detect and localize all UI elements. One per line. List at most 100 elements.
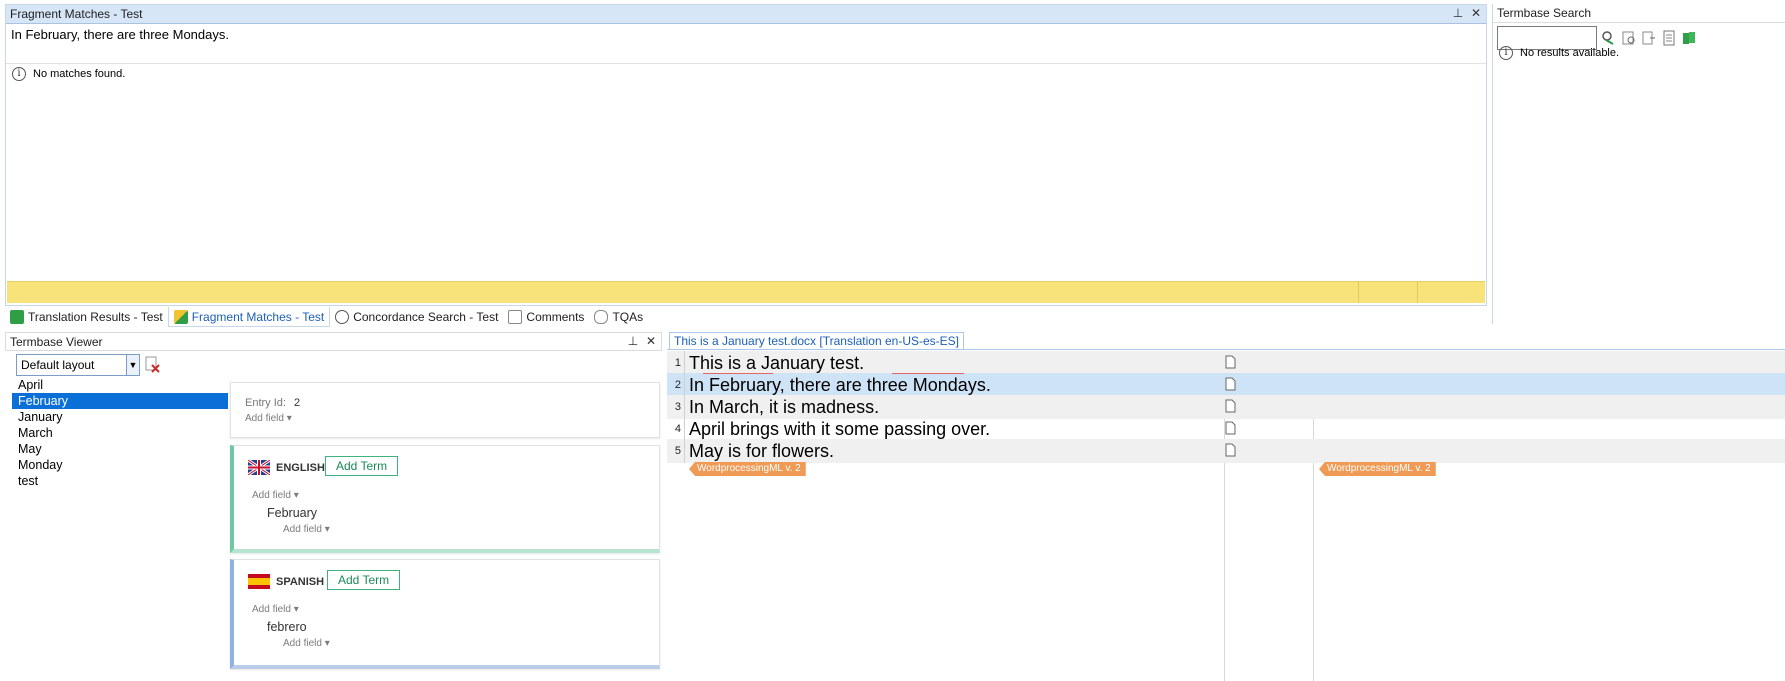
pin-icon[interactable]: ⊥ [1450, 6, 1466, 20]
tab-concordance-search[interactable]: Concordance Search - Test [330, 307, 503, 327]
segment-source[interactable]: May is for flowers. [689, 439, 1785, 463]
segment-number: 4 [667, 417, 685, 441]
list-item[interactable]: March [12, 425, 228, 441]
add-field-link[interactable]: Add field ▾ [252, 490, 299, 501]
tab-label: Translation Results - Test [28, 310, 163, 324]
termbase-search-title-bar: Termbase Search [1493, 4, 1785, 23]
layout-value: Default layout [21, 358, 95, 372]
list-item[interactable]: Monday [12, 457, 228, 473]
tab-translation-results[interactable]: Translation Results - Test [5, 307, 168, 327]
term-highlight [703, 373, 773, 376]
segment-status-icon[interactable] [1225, 377, 1236, 391]
panel-title: Termbase Search [1497, 6, 1592, 20]
table-row[interactable]: 1 This is a January test. [667, 351, 1785, 375]
search-settings-icon[interactable] [1621, 30, 1637, 46]
termbase-search-panel: Termbase Search i No results available. [1492, 4, 1785, 324]
termbase-viewer-panel: Termbase Viewer ⊥ ✕ Default layout ▼ Apr… [5, 332, 662, 681]
add-term-button[interactable]: Add Term [325, 456, 399, 476]
segment-number: 1 [667, 351, 685, 375]
no-matches-row: i No matches found. [12, 67, 125, 81]
segment-source[interactable]: In February, there are three Mondays. [689, 373, 1785, 397]
segment-number: 2 [667, 373, 685, 397]
list-item[interactable]: test [12, 473, 228, 489]
list-item[interactable]: January [12, 409, 228, 425]
fragment-matches-panel: Fragment Matches - Test ⊥ ✕ In February,… [5, 4, 1487, 306]
divider [6, 63, 1486, 64]
spanish-card: SPANISH Add Term Add field ▾ febrero Add… [230, 559, 660, 669]
term-highlight [892, 373, 964, 376]
table-row[interactable]: 4 April brings with it some passing over. [667, 417, 1785, 441]
panel-title: Termbase Viewer [10, 335, 103, 349]
termbase-icon[interactable] [1681, 30, 1697, 46]
entry-id-value: 2 [294, 397, 301, 409]
divider [1417, 282, 1418, 303]
segment-status-icon[interactable] [1225, 355, 1236, 369]
info-icon: i [12, 67, 26, 81]
segment-status-icon[interactable] [1225, 421, 1236, 435]
entry-card: Entry Id: 2 Add field ▾ [230, 382, 660, 438]
chevron-down-icon[interactable]: ▼ [126, 355, 139, 375]
tab-comments[interactable]: Comments [503, 307, 589, 327]
search-icon[interactable] [1601, 30, 1617, 46]
add-term-button[interactable]: Add Term [327, 570, 401, 590]
status-bar [7, 281, 1485, 303]
document-icon[interactable] [1661, 30, 1677, 46]
english-term[interactable]: February [267, 506, 317, 520]
spain-flag-icon [248, 574, 270, 589]
divider [667, 349, 1785, 350]
termbase-viewer-title-bar: Termbase Viewer ⊥ ✕ [5, 332, 662, 351]
segment-number: 5 [667, 439, 685, 463]
add-field-link[interactable]: Add field ▾ [283, 524, 330, 535]
spanish-lang-label: SPANISH [276, 576, 325, 588]
concordance-search-icon [335, 310, 350, 324]
add-field-link[interactable]: Add field ▾ [252, 604, 299, 615]
tqas-icon [594, 310, 609, 324]
layout-dropdown[interactable]: Default layout ▼ [16, 354, 140, 376]
fragment-source-text: In February, there are three Mondays. [11, 27, 229, 42]
add-field-link[interactable]: Add field ▾ [283, 638, 330, 649]
segment-source[interactable]: April brings with it some passing over. [689, 417, 1785, 441]
list-item[interactable]: May [12, 441, 228, 457]
bottom-tab-bar: Translation Results - Test Fragment Matc… [5, 306, 1487, 328]
english-lang-label: ENGLISH [276, 462, 325, 474]
tab-tqas[interactable]: TQAs [589, 307, 648, 327]
list-item[interactable]: February [12, 393, 228, 409]
uk-flag-icon [247, 458, 271, 477]
comments-icon [508, 310, 523, 324]
term-list: April February January March May Monday test [12, 377, 228, 489]
translation-results-icon [10, 310, 24, 324]
table-row[interactable]: 3 In March, it is madness. [667, 395, 1785, 419]
table-row[interactable]: 2 In February, there are three Mondays. [667, 373, 1785, 397]
tab-label: Fragment Matches - Test [191, 309, 325, 324]
document-tab[interactable]: This is a January test.docx [Translation… [669, 332, 964, 350]
table-row[interactable]: 5 May is for flowers. [667, 439, 1785, 463]
editor-panel: This is a January test.docx [Translation… [667, 332, 1785, 681]
segment-source[interactable]: This is a January test. [689, 351, 1785, 375]
no-matches-text: No matches found. [33, 68, 126, 80]
list-item[interactable]: April [12, 377, 228, 393]
segment-status-icon[interactable] [1225, 443, 1236, 457]
fragment-matches-icon [173, 309, 188, 324]
no-results-text: No results available. [1520, 47, 1620, 59]
segment-source[interactable]: In March, it is madness. [689, 395, 1785, 419]
english-card: ENGLISH Add Term Add field ▾ February Ad… [230, 445, 660, 553]
no-results-row: i No results available. [1499, 46, 1619, 60]
info-icon: i [1499, 46, 1513, 60]
segment-status-icon[interactable] [1225, 399, 1236, 413]
close-icon[interactable]: ✕ [1468, 6, 1484, 20]
add-field-link[interactable]: Add field ▾ [245, 413, 292, 424]
pin-icon[interactable]: ⊥ [625, 334, 641, 348]
source-tag[interactable]: WordprocessingML v. 2 [689, 462, 806, 476]
tab-fragment-matches[interactable]: Fragment Matches - Test [167, 307, 331, 327]
entry-id-label: Entry Id: [245, 397, 286, 409]
close-icon[interactable]: ✕ [643, 334, 659, 348]
panel-title: Fragment Matches - Test [10, 7, 143, 21]
tab-label: TQAs [612, 310, 644, 324]
segment-grid: 1 This is a January test. 2 In February, th… [667, 351, 1785, 681]
tab-label: Comments [526, 310, 585, 324]
target-tag[interactable]: WordprocessingML v. 2 [1319, 462, 1436, 476]
copy-term-icon[interactable] [1641, 30, 1657, 46]
segment-number: 3 [667, 395, 685, 419]
delete-layout-icon[interactable] [145, 356, 161, 374]
spanish-term[interactable]: febrero [267, 620, 307, 634]
